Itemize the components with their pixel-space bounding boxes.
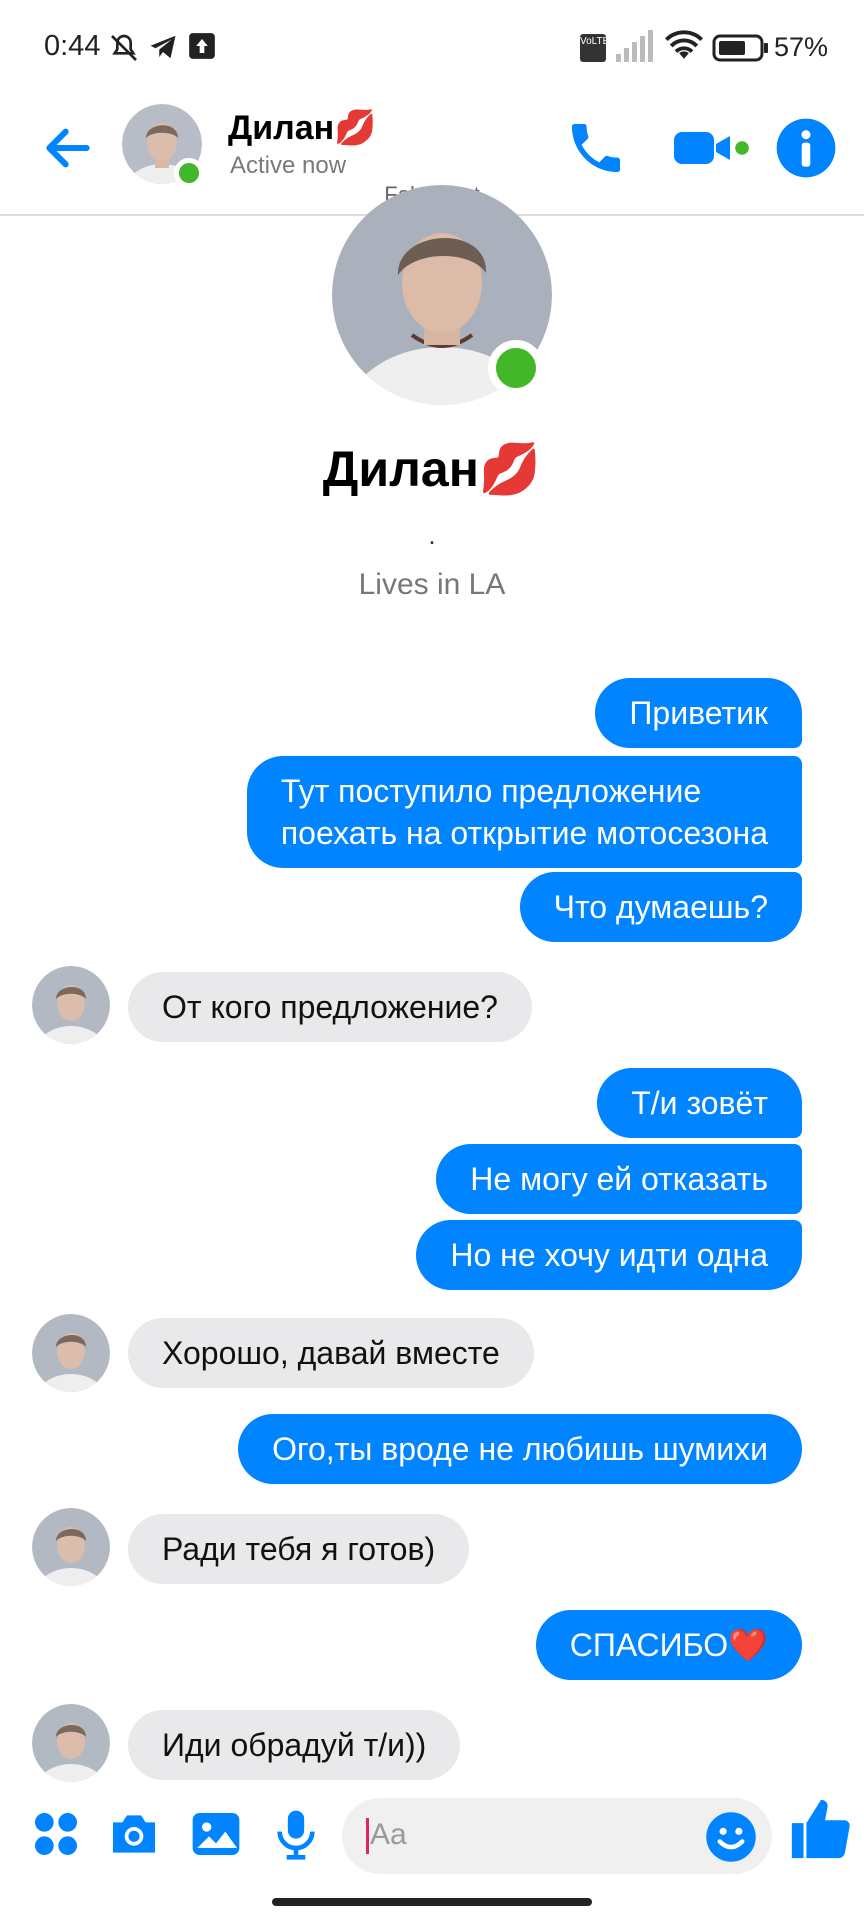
info-icon[interactable] [774,116,838,180]
message-outgoing[interactable]: Не могу ей отказать [436,1144,802,1214]
message-outgoing[interactable]: Тут поступило предложение поехать на отк… [246,756,802,868]
message-outgoing[interactable]: Что думаешь? [519,872,802,942]
sender-avatar[interactable] [32,966,110,1044]
message-composer: Aa [0,1780,864,1890]
status-bar: 0:44 VoLTE 57% [0,0,864,96]
battery-percent: 57% [774,32,829,62]
message-incoming[interactable]: От кого предложение? [128,972,532,1042]
thumbs-up-icon[interactable] [786,1794,856,1864]
battery-icon [712,34,768,62]
emoji-icon[interactable] [704,1810,758,1864]
message-outgoing[interactable]: Но не хочу идти одна [416,1220,802,1290]
back-arrow-icon[interactable] [40,120,96,176]
message-outgoing[interactable]: Ого,ты вроде не любишь шумихи [238,1414,802,1484]
wifi-icon [665,30,703,59]
camera-icon[interactable] [106,1806,162,1862]
silent-bell-icon [111,34,137,61]
signal-icon [616,30,653,62]
message-incoming[interactable]: Иди обрадуй т/и)) [128,1710,461,1780]
sender-avatar[interactable] [32,1704,110,1782]
profile-dot: . [428,520,436,550]
phone-icon[interactable] [564,116,628,180]
text-caret [366,1818,369,1854]
message-outgoing[interactable]: Т/и зовёт [597,1068,802,1138]
message-line: поехать на открытие мотосезона [280,815,768,851]
video-camera-icon[interactable] [670,116,750,180]
input-placeholder: Aa [370,1818,407,1851]
profile-online-indicator [488,340,544,396]
home-indicator[interactable] [272,1898,592,1906]
volte-icon: VoLTE [580,34,609,62]
upload-notification-icon [189,33,215,59]
sender-avatar[interactable] [32,1314,110,1392]
active-status: Active now [230,152,347,179]
sender-avatar[interactable] [32,1508,110,1586]
contact-name[interactable]: Дилан💋 [228,108,377,148]
message-incoming[interactable]: Хорошо, давай вместе [128,1318,534,1388]
gallery-icon[interactable] [188,1806,244,1862]
message-outgoing[interactable]: СПАСИБО❤️ [535,1610,802,1680]
profile-bio: Lives in LA [358,568,506,601]
apps-grid-icon[interactable] [28,1806,84,1862]
message-line: Тут поступило предложение [280,773,702,809]
message-input[interactable]: Aa [342,1798,772,1874]
microphone-icon[interactable] [268,1806,324,1862]
message-outgoing[interactable]: Приветик [595,678,802,748]
telegram-icon [150,35,176,59]
status-time: 0:44 [44,30,101,62]
message-incoming[interactable]: Ради тебя я готов) [128,1514,470,1584]
profile-name: Дилан💋 [322,441,542,497]
